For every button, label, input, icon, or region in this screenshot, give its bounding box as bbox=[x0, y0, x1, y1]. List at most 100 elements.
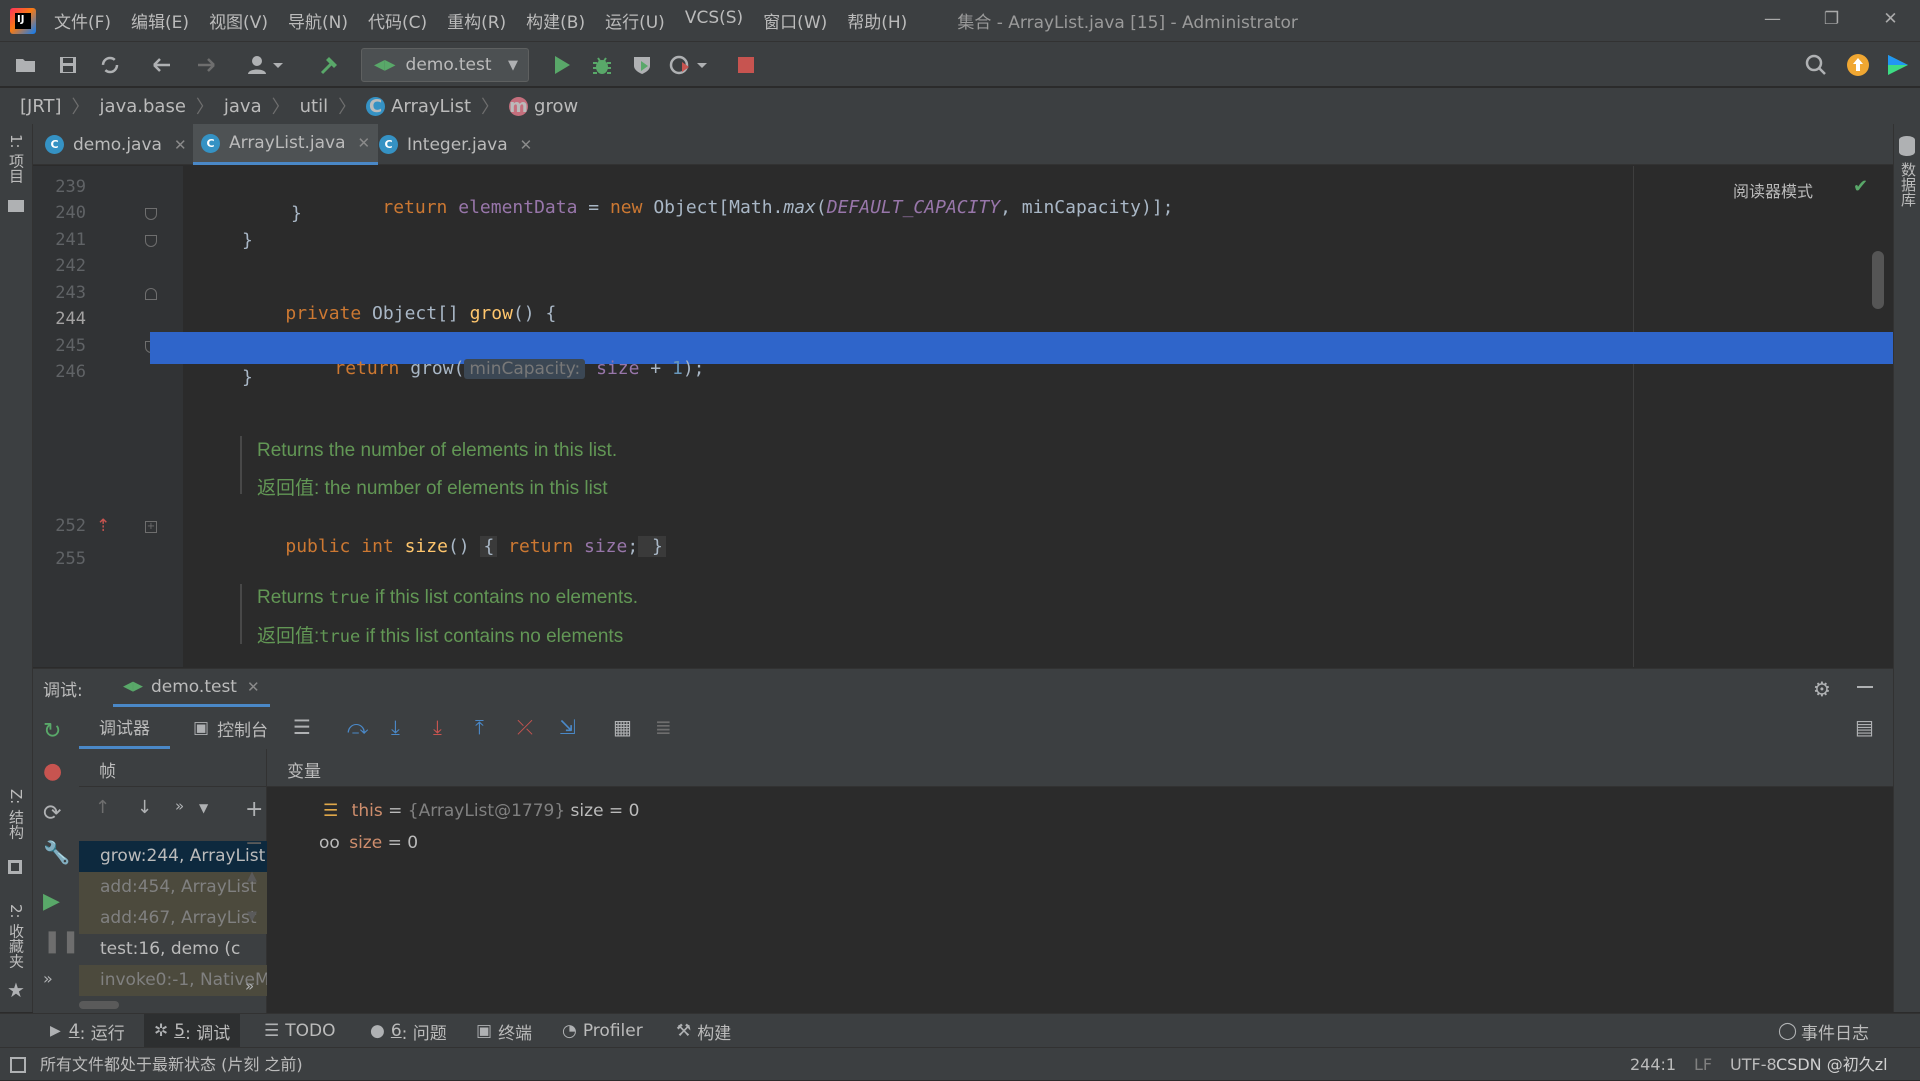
close-tab-icon[interactable]: ✕ bbox=[247, 678, 260, 696]
breadcrumb-item-arraylist[interactable]: ArrayList bbox=[391, 96, 471, 117]
minimize-button[interactable]: — bbox=[1743, 0, 1802, 41]
menu-navigate[interactable]: 导航(N) bbox=[288, 8, 348, 33]
fold-marker-icon[interactable] bbox=[145, 235, 157, 247]
menu-help[interactable]: 帮助(H) bbox=[847, 8, 907, 33]
move-up-icon[interactable]: ▲ bbox=[247, 869, 257, 884]
menu-file[interactable]: 文件(F) bbox=[54, 8, 111, 33]
more-icon[interactable]: » bbox=[245, 977, 254, 995]
folded-region[interactable]: } bbox=[638, 536, 666, 557]
menu-view[interactable]: 视图(V) bbox=[209, 8, 268, 33]
stop-debug-icon[interactable]: ● bbox=[43, 759, 62, 784]
back-icon[interactable] bbox=[148, 51, 176, 79]
threads-list-icon[interactable]: ☰ bbox=[293, 715, 311, 739]
debug-bug-icon[interactable] bbox=[588, 51, 616, 79]
build-hammer-icon[interactable] bbox=[316, 51, 344, 79]
line-separator[interactable]: LF bbox=[1694, 1048, 1712, 1081]
arrow-down-icon[interactable]: ↓ bbox=[137, 797, 152, 818]
tool-build[interactable]: ⚒ 构建 bbox=[676, 1014, 731, 1048]
step-out-icon[interactable]: ⤒ bbox=[475, 715, 484, 739]
move-down-icon[interactable]: ▼ bbox=[247, 909, 257, 924]
restore-layout-icon[interactable]: ⟳ bbox=[43, 801, 61, 826]
remove-watch-icon[interactable]: − bbox=[245, 831, 263, 856]
menu-window[interactable]: 窗口(W) bbox=[763, 8, 827, 33]
add-watch-icon[interactable]: + bbox=[245, 797, 263, 822]
more-icon[interactable]: » bbox=[43, 969, 53, 988]
resume-icon[interactable]: ▶ bbox=[43, 889, 60, 914]
vertical-scrollbar[interactable] bbox=[1872, 251, 1884, 309]
fold-marker-icon[interactable] bbox=[145, 288, 157, 300]
override-marker-icon[interactable]: ⇡ bbox=[96, 516, 110, 536]
run-icon[interactable] bbox=[548, 51, 576, 79]
debug-session-tab[interactable]: ◀▶ demo.test ✕ bbox=[113, 669, 270, 707]
force-step-into-icon[interactable]: ⤓ bbox=[433, 715, 442, 739]
menu-refactor[interactable]: 重构(R) bbox=[447, 8, 506, 33]
file-encoding[interactable]: UTF-8 bbox=[1730, 1048, 1777, 1081]
profile-dropdown-icon[interactable] bbox=[666, 51, 712, 79]
tool-debug[interactable]: ✲ 5: 调试 bbox=[144, 1014, 241, 1048]
tool-terminal[interactable]: ▣ 终端 bbox=[476, 1014, 532, 1048]
run-configuration-select[interactable]: ◀▶ demo.test ▼ bbox=[361, 48, 529, 82]
trace-stream-icon[interactable]: ≣ bbox=[655, 715, 672, 739]
horizontal-scrollbar[interactable] bbox=[79, 1001, 119, 1009]
layout-settings-icon[interactable]: ▤ bbox=[1855, 715, 1874, 739]
favorites-tool-button[interactable]: 2: 收藏夹 bbox=[6, 904, 27, 968]
tab-arraylist-java[interactable]: C ArrayList.java ✕ bbox=[193, 124, 379, 165]
menu-run[interactable]: 运行(U) bbox=[605, 8, 665, 33]
event-log-button[interactable]: ◯ 事件日志 bbox=[1778, 1014, 1869, 1048]
restore-button[interactable]: ❐ bbox=[1802, 0, 1861, 41]
tab-integer-java[interactable]: C Integer.java ✕ bbox=[371, 124, 540, 165]
folded-region[interactable]: { bbox=[480, 536, 498, 557]
tool-run[interactable]: ▶ 4: 运行 bbox=[44, 1014, 131, 1048]
evaluate-expression-icon[interactable]: ▦ bbox=[613, 715, 632, 739]
close-window-button[interactable]: ✕ bbox=[1861, 0, 1920, 41]
filter-dropdown-icon[interactable]: ▼ bbox=[199, 801, 208, 815]
menu-build[interactable]: 构建(B) bbox=[526, 8, 585, 33]
menu-code[interactable]: 代码(C) bbox=[368, 8, 427, 33]
more-frames-icon[interactable]: » bbox=[175, 797, 184, 815]
code-editor[interactable]: 239 240 241 242 243 244 245 246 252 255 … bbox=[33, 166, 1893, 667]
breadcrumb-item-java-base[interactable]: java.base bbox=[100, 96, 186, 117]
reader-mode-toggle[interactable]: 阅读器模式 bbox=[1733, 178, 1813, 202]
variable-row[interactable]: ☰ this = {ArrayList@1779} size = 0 bbox=[323, 801, 639, 821]
forward-icon[interactable] bbox=[192, 51, 220, 79]
stop-icon[interactable] bbox=[732, 51, 760, 79]
close-tab-icon[interactable]: ✕ bbox=[174, 136, 187, 154]
tool-todo[interactable]: ☰ TODO bbox=[264, 1014, 336, 1048]
coverage-icon[interactable] bbox=[628, 51, 656, 79]
menu-edit[interactable]: 编辑(E) bbox=[131, 8, 189, 33]
tab-console[interactable]: ▣ 控制台 bbox=[193, 707, 268, 749]
tool-profiler[interactable]: ◔ Profiler bbox=[562, 1014, 643, 1048]
expand-fold-icon[interactable]: + bbox=[145, 521, 157, 533]
step-over-icon[interactable]: ⤼ bbox=[347, 715, 368, 739]
variable-row[interactable]: oo size = 0 bbox=[319, 833, 418, 853]
minimize-panel-icon[interactable] bbox=[1857, 686, 1873, 688]
database-tool-button[interactable]: 数据库 bbox=[1898, 162, 1919, 207]
toolbox-icon[interactable] bbox=[1884, 51, 1912, 79]
fold-marker-icon[interactable] bbox=[145, 208, 157, 220]
breadcrumb-item-util[interactable]: util bbox=[300, 96, 328, 117]
tab-demo-java[interactable]: C demo.java ✕ bbox=[37, 124, 195, 165]
caret-position[interactable]: 244:1 bbox=[1630, 1048, 1676, 1081]
pause-icon[interactable]: ❚❚ bbox=[43, 929, 80, 954]
close-tab-icon[interactable]: ✕ bbox=[520, 136, 533, 154]
tool-problems[interactable]: ● 6: 问题 bbox=[370, 1014, 447, 1048]
menu-vcs[interactable]: VCS(S) bbox=[685, 8, 743, 33]
gear-icon[interactable]: ⚙ bbox=[1813, 677, 1831, 701]
update-icon[interactable] bbox=[1844, 51, 1872, 79]
project-tool-button[interactable]: 1: 项目 bbox=[6, 134, 27, 183]
structure-tool-button[interactable]: Z: 结构 bbox=[6, 789, 27, 839]
search-icon[interactable] bbox=[1802, 51, 1830, 79]
close-tab-icon[interactable]: ✕ bbox=[358, 134, 371, 152]
wrench-icon[interactable]: 🔧 bbox=[43, 841, 70, 866]
breadcrumb-item-grow[interactable]: grow bbox=[534, 96, 578, 117]
breadcrumb-item-java[interactable]: java bbox=[224, 96, 262, 117]
user-dropdown-icon[interactable] bbox=[244, 51, 290, 79]
drop-frame-icon[interactable]: ⤫ bbox=[517, 715, 533, 739]
arrow-up-icon[interactable]: ↑ bbox=[95, 797, 110, 818]
save-icon[interactable] bbox=[54, 51, 82, 79]
tab-debugger[interactable]: 调试器 bbox=[79, 707, 170, 749]
open-folder-icon[interactable] bbox=[12, 51, 40, 79]
sync-icon[interactable] bbox=[96, 51, 124, 79]
step-into-icon[interactable]: ⤓ bbox=[391, 715, 400, 739]
run-to-cursor-icon[interactable]: ⇲ bbox=[559, 715, 576, 739]
